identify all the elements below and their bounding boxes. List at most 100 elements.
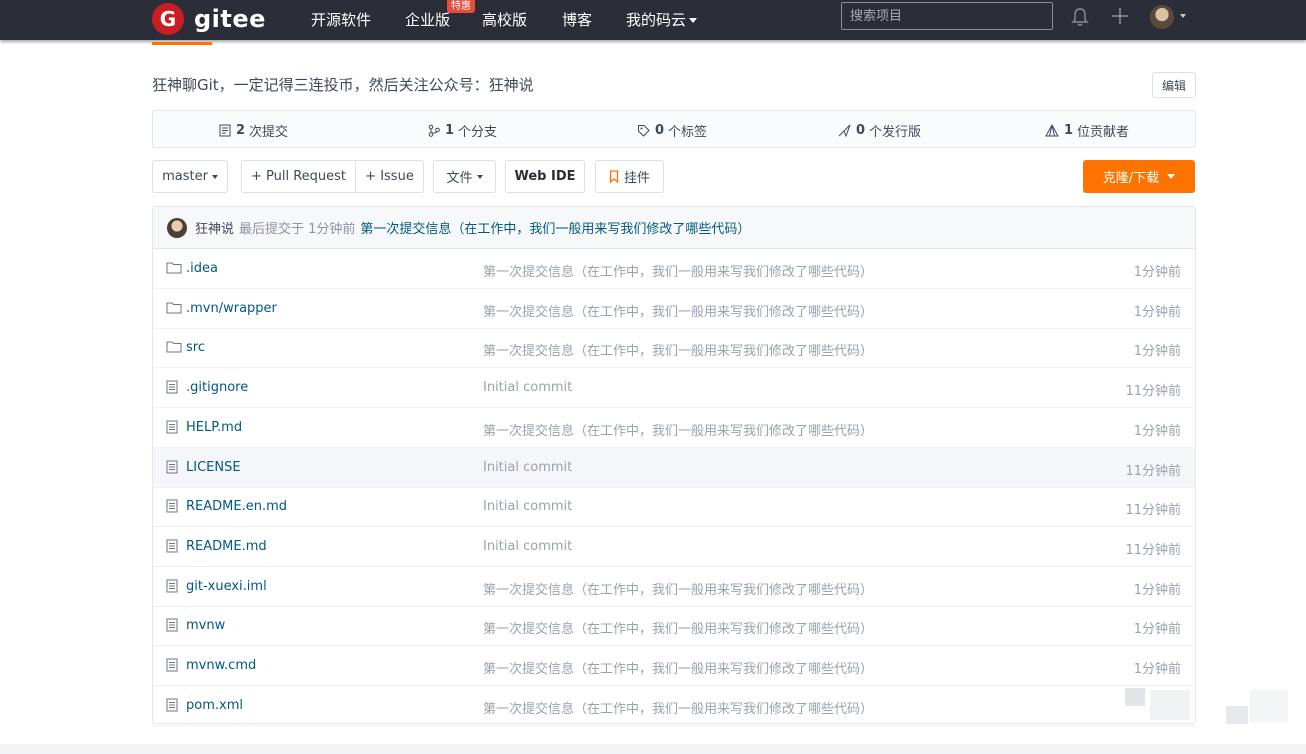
- table-row[interactable]: git-xuexi.iml 第一次提交信息（在工作中，我们一般用来写我们修改了哪些…: [153, 567, 1195, 607]
- stat-releases-count: 0: [856, 123, 866, 138]
- file-commit-message[interactable]: 第一次提交信息（在工作中，我们一般用来写我们修改了哪些代码）: [483, 340, 873, 359]
- file-icon: [166, 698, 178, 716]
- file-name-link[interactable]: README.en.md: [186, 499, 287, 514]
- table-row[interactable]: pom.xml 第一次提交信息（在工作中，我们一般用来写我们修改了哪些代码）: [153, 686, 1195, 726]
- clone-download-label: 克隆/下载: [1102, 171, 1160, 186]
- file-commit-time: 11分钟前: [1125, 503, 1181, 519]
- gitee-logo-icon: G: [152, 3, 184, 35]
- stat-tags[interactable]: 0 个标签: [637, 121, 707, 140]
- issue-label: + Issue: [365, 169, 414, 184]
- file-name-link[interactable]: src: [186, 340, 205, 355]
- file-commit-time: 1分钟前: [1133, 344, 1181, 360]
- file-name-link[interactable]: git-xuexi.iml: [186, 579, 267, 594]
- web-ide-label: Web IDE: [514, 169, 576, 184]
- edit-button[interactable]: 编辑: [1152, 72, 1196, 98]
- commit-message[interactable]: 第一次提交信息（在工作中，我们一般用来写我们修改了哪些代码）: [360, 218, 750, 237]
- web-ide-button[interactable]: Web IDE: [505, 160, 585, 193]
- stat-contributors[interactable]: 1 位贡献者: [1045, 121, 1129, 140]
- file-commit-message[interactable]: 第一次提交信息（在工作中，我们一般用来写我们修改了哪些代码）: [483, 301, 873, 320]
- folder-icon: [166, 301, 182, 318]
- blurred-overlay: [1250, 690, 1288, 722]
- stat-tags-count: 0: [655, 123, 665, 138]
- commit-author-avatar[interactable]: [167, 217, 187, 238]
- repo-description: 狂神聊Git，一定记得三连投币，然后关注公众号：狂神说: [152, 76, 534, 94]
- file-commit-message[interactable]: 第一次提交信息（在工作中，我们一般用来写我们修改了哪些代码）: [483, 618, 873, 637]
- file-commit-time: 11分钟前: [1125, 463, 1181, 479]
- bookmark-icon: [609, 170, 619, 183]
- stat-branches-count: 1: [445, 123, 455, 138]
- file-icon: [166, 539, 178, 557]
- file-commit-message[interactable]: Initial commit: [483, 499, 572, 514]
- file-name-link[interactable]: .idea: [186, 261, 218, 276]
- pull-request-button[interactable]: + Pull Request: [241, 160, 356, 193]
- file-name-link[interactable]: .mvn/wrapper: [186, 301, 277, 316]
- issue-button[interactable]: + Issue: [355, 160, 424, 193]
- top-navbar: G gitee 开源软件 企业版 特惠 高校版 博客 我的码云: [0, 0, 1306, 40]
- branch-select-label: master: [162, 169, 208, 184]
- file-commit-message[interactable]: Initial commit: [483, 460, 572, 475]
- clone-download-button[interactable]: 克隆/下载: [1083, 160, 1195, 193]
- nav-open-source[interactable]: 开源软件: [311, 9, 371, 30]
- plus-icon[interactable]: [1111, 7, 1129, 25]
- file-icon: [166, 380, 178, 398]
- branch-icon: [428, 124, 440, 137]
- file-commit-message[interactable]: 第一次提交信息（在工作中，我们一般用来写我们修改了哪些代码）: [483, 658, 873, 677]
- table-row[interactable]: mvnw.cmd 第一次提交信息（在工作中，我们一般用来写我们修改了哪些代码） 1分…: [153, 646, 1195, 686]
- avatar-chevron-down-icon[interactable]: [1180, 14, 1186, 18]
- table-row[interactable]: HELP.md 第一次提交信息（在工作中，我们一般用来写我们修改了哪些代码） 1分钟…: [153, 408, 1195, 448]
- file-commit-message[interactable]: 第一次提交信息（在工作中，我们一般用来写我们修改了哪些代码）: [483, 261, 873, 280]
- file-name-link[interactable]: README.md: [186, 539, 267, 554]
- table-row[interactable]: README.md Initial commit 11分钟前: [153, 527, 1195, 567]
- widget-button[interactable]: 挂件: [595, 160, 664, 193]
- table-row[interactable]: LICENSE Initial commit 11分钟前: [153, 447, 1195, 488]
- nav-blog[interactable]: 博客: [562, 9, 592, 30]
- file-icon: [166, 618, 178, 636]
- chevron-down-icon: [689, 18, 698, 23]
- stat-releases-label: 个发行版: [869, 125, 922, 140]
- table-row[interactable]: src 第一次提交信息（在工作中，我们一般用来写我们修改了哪些代码） 1分钟前: [153, 328, 1195, 369]
- table-row[interactable]: .idea 第一次提交信息（在工作中，我们一般用来写我们修改了哪些代码） 1分钟前: [153, 249, 1195, 289]
- gitee-logo[interactable]: G gitee: [152, 2, 266, 36]
- stat-tags-label: 个标签: [668, 125, 708, 140]
- file-menu-button[interactable]: 文件: [433, 160, 496, 193]
- file-name-link[interactable]: mvnw.cmd: [186, 658, 256, 673]
- chevron-down-icon: [1167, 174, 1176, 179]
- file-commit-message[interactable]: Initial commit: [483, 380, 572, 395]
- file-name-link[interactable]: .gitignore: [186, 380, 248, 395]
- edit-button-label: 编辑: [1161, 78, 1186, 93]
- blurred-overlay: [1125, 688, 1145, 706]
- commit-meta: 最后提交于 1分钟前: [239, 222, 356, 237]
- commit-author[interactable]: 狂神说: [195, 218, 234, 237]
- stat-commits-label: 次提交: [249, 125, 289, 140]
- table-row[interactable]: README.en.md Initial commit 11分钟前: [153, 487, 1195, 528]
- table-row[interactable]: .mvn/wrapper 第一次提交信息（在工作中，我们一般用来写我们修改了哪些代…: [153, 289, 1195, 329]
- avatar[interactable]: [1150, 5, 1174, 29]
- file-menu-label: 文件: [446, 171, 473, 186]
- table-row[interactable]: mvnw 第一次提交信息（在工作中，我们一般用来写我们修改了哪些代码） 1分钟前: [153, 606, 1195, 647]
- file-icon: [166, 420, 178, 438]
- file-commit-time: 1分钟前: [1133, 265, 1181, 280]
- stat-commits[interactable]: 2 次提交: [219, 121, 288, 140]
- stat-releases[interactable]: 0 个发行版: [838, 121, 921, 140]
- file-commit-message[interactable]: 第一次提交信息（在工作中，我们一般用来写我们修改了哪些代码）: [483, 579, 873, 598]
- nav-enterprise[interactable]: 企业版: [405, 9, 450, 30]
- file-commit-message[interactable]: 第一次提交信息（在工作中，我们一般用来写我们修改了哪些代码）: [483, 420, 873, 439]
- file-commit-time: 11分钟前: [1125, 542, 1181, 558]
- folder-icon: [166, 340, 182, 357]
- branch-select[interactable]: master: [152, 160, 228, 193]
- nav-my-gitee[interactable]: 我的码云: [626, 9, 698, 30]
- table-row[interactable]: .gitignore Initial commit 11分钟前: [153, 368, 1195, 409]
- nav-education[interactable]: 高校版: [482, 9, 527, 30]
- stat-branches[interactable]: 1 个分支: [428, 121, 497, 140]
- file-name-link[interactable]: HELP.md: [186, 420, 242, 435]
- file-commit-message[interactable]: 第一次提交信息（在工作中，我们一般用来写我们修改了哪些代码）: [483, 698, 873, 717]
- file-name-link[interactable]: mvnw: [186, 618, 225, 633]
- file-name-link[interactable]: pom.xml: [186, 698, 243, 713]
- bell-icon[interactable]: [1071, 7, 1089, 27]
- file-commit-message[interactable]: Initial commit: [483, 539, 572, 554]
- chevron-down-icon: [476, 174, 483, 179]
- file-name-link[interactable]: LICENSE: [186, 460, 241, 475]
- active-indicator: [152, 42, 212, 45]
- file-icon: [166, 658, 178, 676]
- search-input[interactable]: [841, 2, 1053, 30]
